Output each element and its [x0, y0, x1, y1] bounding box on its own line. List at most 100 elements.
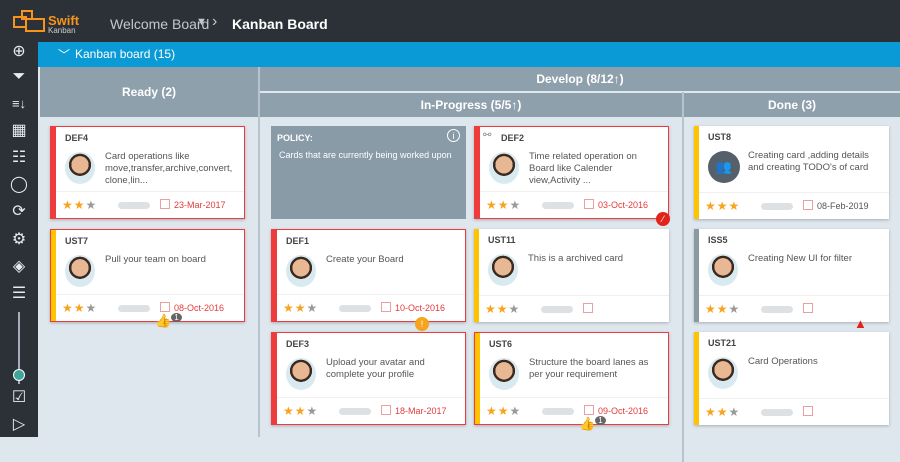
- kanban-card[interactable]: UST6 Structure the board lanes as per you…: [474, 332, 669, 431]
- star-icon[interactable]: ★: [509, 302, 521, 316]
- star-icon[interactable]: ★: [510, 404, 522, 418]
- star-icon[interactable]: ★: [62, 301, 74, 315]
- kanban-card[interactable]: DEF4 Card operations like move,transfer,a…: [50, 126, 245, 219]
- kanban-card[interactable]: UST11 This is a archived card ★★★: [474, 229, 669, 322]
- kanban-card[interactable]: UST8 👥 Creating card ,adding details and c…: [694, 126, 889, 219]
- star-icon[interactable]: ★: [485, 302, 497, 316]
- filter-icon[interactable]: ⏷: [9, 67, 29, 87]
- breadcrumb-board[interactable]: Welcome Board: [110, 16, 209, 32]
- kanban-card[interactable]: UST21 Card Operations ★★★: [694, 332, 889, 425]
- grid-view-icon[interactable]: ▦: [9, 121, 29, 141]
- star-icon[interactable]: ★: [498, 198, 510, 212]
- progress-pill: [761, 203, 793, 210]
- star-icon[interactable]: ★: [510, 198, 522, 212]
- card-id: DEF3: [286, 339, 310, 349]
- rating-stars[interactable]: ★★★: [705, 199, 740, 213]
- info-icon[interactable]: i: [447, 129, 460, 142]
- calendar-icon[interactable]: ☑: [9, 388, 29, 408]
- rating-stars[interactable]: ★★★: [62, 198, 97, 212]
- layers-icon[interactable]: ◈: [9, 257, 29, 277]
- checklist-icon[interactable]: ☰: [9, 284, 29, 304]
- star-icon[interactable]: ★: [497, 302, 509, 316]
- avatar: [286, 358, 316, 390]
- rating-stars[interactable]: ★★★: [486, 404, 521, 418]
- star-icon[interactable]: ★: [717, 405, 729, 419]
- due-date-text: 08-Oct-2016: [174, 303, 225, 313]
- card-id: UST11: [488, 235, 516, 245]
- star-icon[interactable]: ★: [705, 302, 717, 316]
- star-icon[interactable]: ★: [729, 199, 741, 213]
- rating-stars[interactable]: ★★★: [283, 404, 318, 418]
- refresh-icon[interactable]: ⟳: [9, 202, 29, 222]
- kanban-card[interactable]: DEF1 Create your Board ★★★ 10-Oct-2016!: [271, 229, 466, 331]
- policy-card: POLICY: i Cards that are currently being…: [271, 126, 466, 219]
- rating-stars[interactable]: ★★★: [705, 302, 740, 316]
- star-icon[interactable]: ★: [486, 404, 498, 418]
- due-date: 23-Mar-2017: [160, 199, 226, 210]
- star-icon[interactable]: ★: [705, 405, 717, 419]
- policy-text: Cards that are currently being worked up…: [279, 150, 452, 160]
- breadcrumb-page: Kanban Board: [232, 16, 328, 32]
- rating-stars[interactable]: ★★★: [485, 302, 520, 316]
- calendar-icon: [583, 303, 593, 313]
- due-date: 08-Feb-2019: [803, 200, 869, 211]
- kanban-card[interactable]: UST7 Pull your team on board ★★★ 08-Oct-201…: [50, 229, 245, 328]
- due-date: [583, 303, 597, 314]
- star-icon[interactable]: ★: [705, 199, 717, 213]
- star-icon[interactable]: ★: [295, 404, 307, 418]
- card-id: UST21: [708, 338, 737, 348]
- caret-down-icon[interactable]: ▼: [196, 16, 207, 28]
- card-footer: ★★★ 03-Oct-2016: [480, 191, 668, 218]
- kanban-card[interactable]: DEF2 ⚯ Time related operation on Board lik…: [474, 126, 670, 226]
- like-count: 1: [171, 313, 182, 322]
- card-title: Creating New UI for filter: [748, 253, 853, 264]
- add-circle-icon[interactable]: ⊕: [9, 42, 29, 62]
- star-icon[interactable]: ★: [498, 404, 510, 418]
- card-title: Structure the board lanes as per your re…: [529, 357, 649, 380]
- zoom-slider-handle[interactable]: [13, 369, 25, 381]
- star-icon[interactable]: ★: [62, 198, 74, 212]
- gear-icon[interactable]: ⚙: [9, 230, 29, 250]
- star-icon[interactable]: ★: [307, 404, 319, 418]
- rating-stars[interactable]: ★★★: [62, 301, 97, 315]
- progress-pill: [339, 305, 371, 312]
- like-icon[interactable]: 👍 1: [579, 416, 606, 432]
- card-footer: ★★★: [699, 398, 889, 425]
- sort-icon[interactable]: ≡↓: [9, 94, 29, 114]
- alert-icon[interactable]: !: [415, 317, 429, 331]
- avatar: [489, 358, 519, 390]
- play-icon[interactable]: ▷: [9, 415, 29, 435]
- chevron-right-icon: ›: [212, 13, 218, 30]
- rating-stars[interactable]: ★★★: [283, 301, 318, 315]
- star-icon[interactable]: ★: [86, 198, 98, 212]
- column-divider: [682, 92, 684, 462]
- star-icon[interactable]: ★: [717, 302, 729, 316]
- card-title: Time related operation on Board like Cal…: [529, 151, 637, 186]
- blocked-icon[interactable]: ⁄: [656, 212, 670, 226]
- star-icon[interactable]: ★: [86, 301, 98, 315]
- star-icon[interactable]: ★: [729, 302, 741, 316]
- card-title: Upload your avatar and complete your pro…: [326, 357, 425, 380]
- star-icon[interactable]: ★: [295, 301, 307, 315]
- star-icon[interactable]: ★: [283, 404, 295, 418]
- list-view-icon[interactable]: ☷: [9, 148, 29, 168]
- star-icon[interactable]: ★: [307, 301, 319, 315]
- chat-icon[interactable]: ◯: [9, 175, 29, 195]
- chevron-down-icon[interactable]: ﹀: [58, 46, 70, 63]
- rating-stars[interactable]: ★★★: [486, 198, 521, 212]
- rating-stars[interactable]: ★★★: [705, 405, 740, 419]
- star-icon[interactable]: ★: [717, 199, 729, 213]
- star-icon[interactable]: ★: [486, 198, 498, 212]
- kanban-card[interactable]: ISS5 Creating New UI for filter ★★★ ▲: [694, 229, 889, 331]
- star-icon[interactable]: ★: [74, 301, 86, 315]
- like-icon[interactable]: 👍 1: [155, 313, 182, 329]
- star-icon[interactable]: ★: [729, 405, 741, 419]
- card-title: Create your Board: [326, 254, 404, 265]
- star-icon[interactable]: ★: [283, 301, 295, 315]
- warning-icon[interactable]: ▲: [854, 316, 867, 331]
- card-id: UST7: [65, 236, 89, 246]
- card-title: Creating card ,adding details and creati…: [748, 150, 869, 173]
- board-title: Kanban board (15): [75, 47, 176, 61]
- star-icon[interactable]: ★: [74, 198, 86, 212]
- kanban-card[interactable]: DEF3 Upload your avatar and complete your…: [271, 332, 466, 425]
